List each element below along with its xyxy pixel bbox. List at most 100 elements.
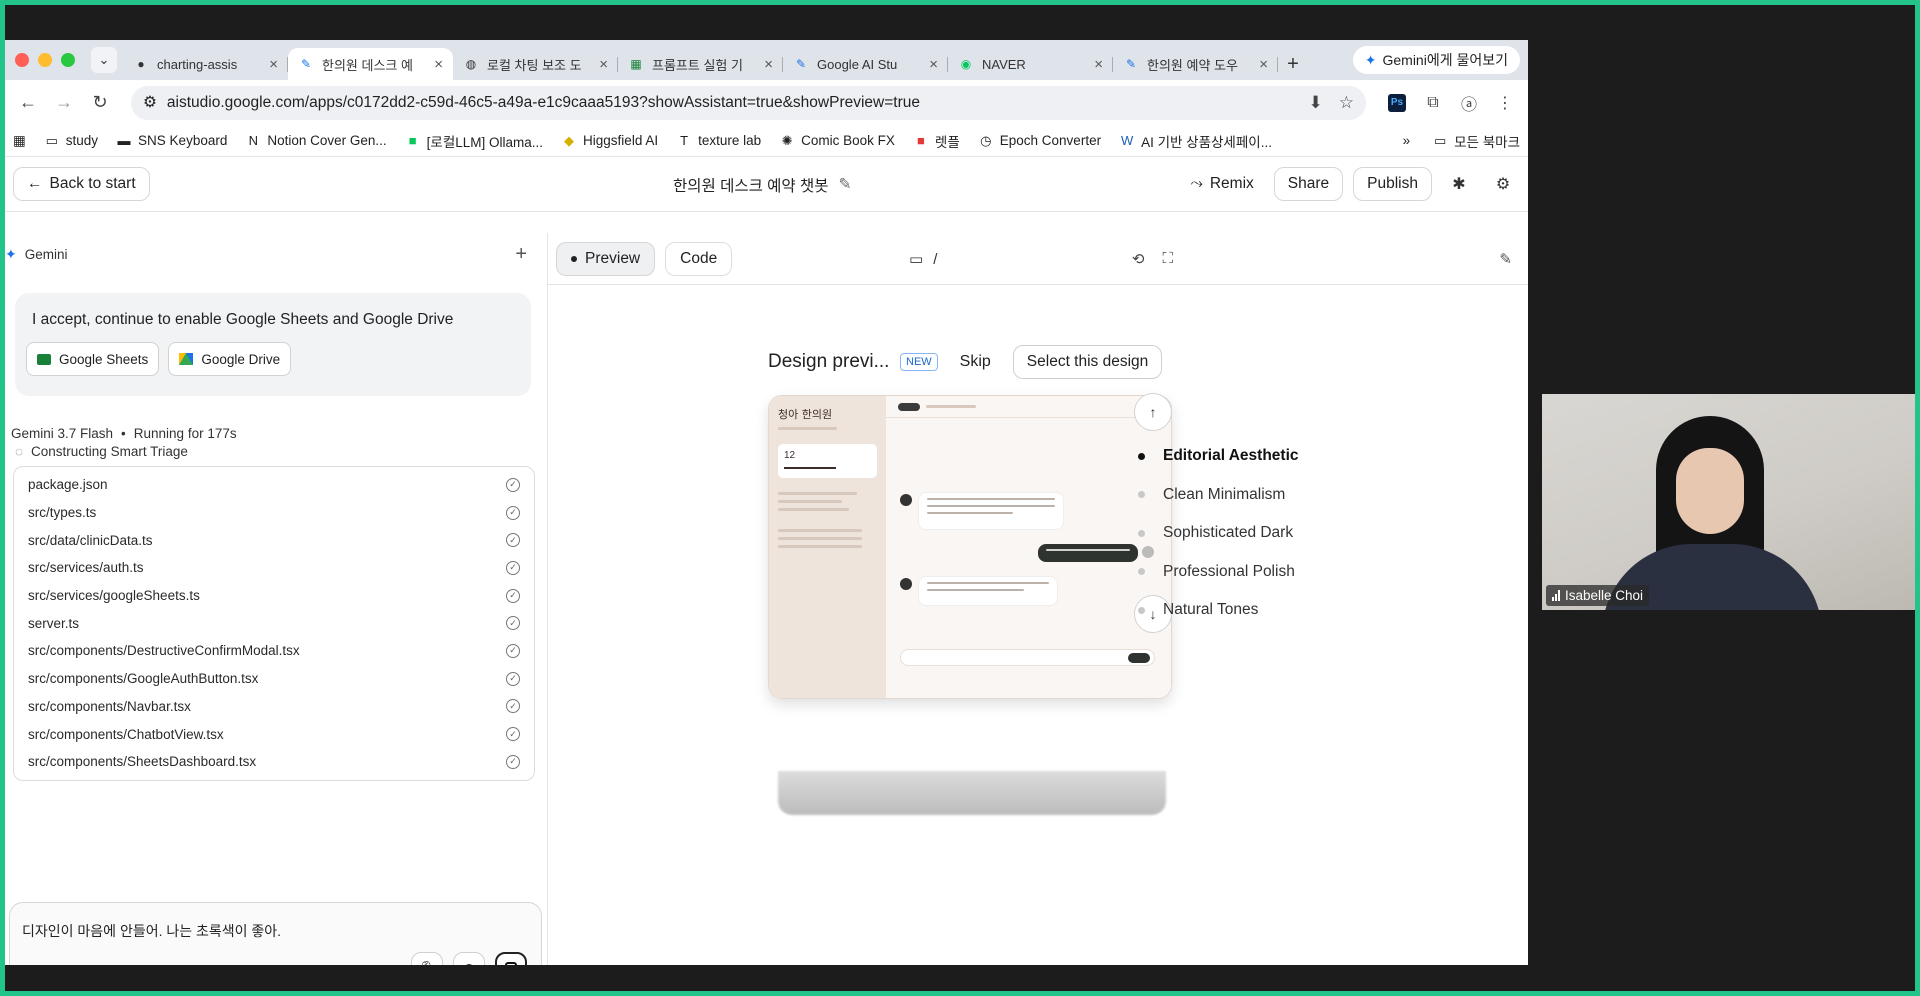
google-sheets-chip[interactable]: Google Sheets xyxy=(26,342,160,376)
device-toggle-icon[interactable]: ▭ xyxy=(909,250,923,268)
back-arrow-icon[interactable]: ← xyxy=(13,88,43,118)
list-item[interactable]: src/types.ts ✓ xyxy=(14,499,534,527)
address-bar[interactable]: ⚙ aistudio.google.com/apps/c0172dd2-c59d… xyxy=(131,85,1366,120)
tab-charting-assis[interactable]: ● charting-assis × xyxy=(123,48,288,80)
extensions-puzzle-icon[interactable]: ⧉ xyxy=(1418,88,1448,118)
bookmark-label: AI 기반 상품상세페이... xyxy=(1141,134,1272,150)
close-icon[interactable]: × xyxy=(269,56,278,73)
close-icon[interactable]: × xyxy=(599,56,608,73)
close-icon[interactable]: × xyxy=(434,56,443,73)
photoshop-extension-icon[interactable]: Ps xyxy=(1382,88,1412,118)
bookmark-label: Epoch Converter xyxy=(999,133,1102,148)
bookmark-sns-keyboard[interactable]: ▬ SNS Keyboard xyxy=(116,133,228,148)
design-mockup-thumbnail[interactable]: 청아 한의원 12 xyxy=(768,395,1172,699)
list-item[interactable]: src/components/ChatbotView.tsx ✓ xyxy=(14,720,534,748)
style-option-natural-tones[interactable]: Natural Tones xyxy=(1138,591,1299,630)
list-item[interactable]: server.ts ✓ xyxy=(14,609,534,637)
style-option-professional-polish[interactable]: Professional Polish xyxy=(1138,553,1299,592)
previous-design-arrow-up-icon[interactable]: ↑ xyxy=(1134,393,1172,431)
mockup-line xyxy=(778,529,863,532)
list-item[interactable]: src/components/DestructiveConfirmModal.t… xyxy=(14,637,534,665)
tab-local-charting[interactable]: ◍ 로컬 차팅 보조 도 × xyxy=(453,48,618,80)
file-name: server.ts xyxy=(28,615,80,631)
debug-bug-icon[interactable]: ✱ xyxy=(1442,167,1476,201)
new-chat-plus-icon[interactable]: + xyxy=(515,243,527,266)
back-to-start-button[interactable]: ← Back to start xyxy=(13,167,150,201)
list-item[interactable]: src/services/auth.ts ✓ xyxy=(14,554,534,582)
tab-prompt-experiment[interactable]: ▦ 프롬프트 실험 기 × xyxy=(618,48,783,80)
prompt-composer[interactable]: 디자인이 마음에 안들어. 나는 초록색이 좋아. 🎙 ⊕ xyxy=(9,902,542,965)
bookmark-notion-cover[interactable]: N Notion Cover Gen... xyxy=(245,133,387,148)
settings-gear-icon[interactable]: ⚙ xyxy=(1486,167,1520,201)
close-icon[interactable]: × xyxy=(929,56,938,73)
mockup-line xyxy=(778,508,850,511)
new-tab-button[interactable]: + xyxy=(1278,48,1308,80)
style-option-sophisticated-dark[interactable]: Sophisticated Dark xyxy=(1138,514,1299,553)
bookmark-higgsfield[interactable]: ◆ Higgsfield AI xyxy=(561,133,658,149)
design-style-list: Editorial Aesthetic Clean Minimalism Sop… xyxy=(1138,437,1299,630)
apps-grid-icon[interactable]: ▦ xyxy=(13,133,26,149)
list-item[interactable]: src/data/clinicData.ts ✓ xyxy=(14,526,534,554)
stop-generation-button[interactable] xyxy=(495,952,527,965)
bookmark-study[interactable]: ▭ study xyxy=(44,133,98,149)
browser-window: ⌄ ● charting-assis × ✎ 한의원 데스크 예 × ◍ 로컬 … xyxy=(5,40,1528,965)
select-design-button[interactable]: Select this design xyxy=(1012,345,1163,379)
generated-files-list: package.json ✓ src/types.ts ✓ src/data/cli… xyxy=(13,466,535,781)
tab-google-ai-studio[interactable]: ✎ Google AI Stu × xyxy=(783,48,948,80)
all-bookmarks-folder[interactable]: ▭ 모든 북마크 xyxy=(1432,131,1520,151)
list-item[interactable]: src/components/GoogleAuthButton.tsx ✓ xyxy=(14,665,534,693)
style-option-clean-minimalism[interactable]: Clean Minimalism xyxy=(1138,476,1299,515)
url-text[interactable]: aistudio.google.com/apps/c0172dd2-c59d-4… xyxy=(167,94,1299,112)
bookmark-letple[interactable]: ■ 렛플 xyxy=(913,131,960,151)
list-item[interactable]: src/services/googleSheets.ts ✓ xyxy=(14,582,534,610)
pencil-icon[interactable]: ✎ xyxy=(839,175,852,194)
workspace: ✦ Gemini + I accept, continue to enable … xyxy=(5,233,1528,965)
more-bookmarks-chevron-icon[interactable]: » xyxy=(1403,133,1411,148)
style-option-editorial-aesthetic[interactable]: Editorial Aesthetic xyxy=(1138,437,1299,476)
close-icon[interactable]: × xyxy=(1259,56,1268,73)
skip-button[interactable]: Skip xyxy=(950,353,1001,371)
bookmark-epoch-converter[interactable]: ◷ Epoch Converter xyxy=(978,133,1101,149)
close-icon[interactable]: × xyxy=(764,56,773,73)
refresh-preview-icon[interactable]: ⟲ xyxy=(1132,250,1145,268)
maximize-window-button[interactable] xyxy=(61,53,75,67)
prompt-input[interactable]: 디자인이 마음에 안들어. 나는 초록색이 좋아. xyxy=(22,921,281,941)
bookmark-label: Comic Book FX xyxy=(801,133,895,148)
tab-search-button[interactable]: ⌄ xyxy=(91,47,117,73)
tab-active-project[interactable]: ✎ 한의원 데스크 예 × xyxy=(288,48,453,80)
forward-arrow-icon[interactable]: → xyxy=(49,88,79,118)
list-item[interactable]: src/components/SheetsDashboard.tsx ✓ xyxy=(14,748,534,776)
tab-code[interactable]: Code xyxy=(665,241,733,276)
fullscreen-icon[interactable]: ⛶ xyxy=(1162,250,1173,268)
preview-path[interactable]: / xyxy=(933,251,937,268)
tab-clinic-reservation[interactable]: ✎ 한의원 예약 도우 × xyxy=(1113,48,1278,80)
file-name: src/components/GoogleAuthButton.tsx xyxy=(28,671,259,687)
tab-naver[interactable]: ◉ NAVER × xyxy=(948,48,1113,80)
user-message-card: I accept, continue to enable Google Shee… xyxy=(15,293,531,396)
close-window-button[interactable] xyxy=(15,53,29,67)
preview-path-bar[interactable]: ▭ / ⟲ ⛶ xyxy=(901,242,1181,276)
publish-button[interactable]: Publish xyxy=(1353,167,1432,201)
tab-preview[interactable]: Preview xyxy=(556,241,656,276)
reload-icon[interactable]: ↻ xyxy=(85,88,115,118)
google-drive-chip[interactable]: Google Drive xyxy=(168,342,292,376)
ask-gemini-button[interactable]: ✦ Gemini에게 물어보기 xyxy=(1352,46,1520,74)
install-app-icon[interactable]: ⬇ xyxy=(1309,93,1323,113)
bookmark-ollama[interactable]: ■ [로컬LLM] Ollama... xyxy=(405,131,543,151)
browser-menu-icon[interactable]: ⋮ xyxy=(1490,88,1520,118)
remix-button[interactable]: ⤳ Remix xyxy=(1180,167,1263,201)
share-button[interactable]: Share xyxy=(1273,167,1344,201)
bookmark-ai-product-page[interactable]: W AI 기반 상품상세페이... xyxy=(1119,131,1272,151)
bookmark-star-icon[interactable]: ☆ xyxy=(1339,93,1354,113)
add-attachment-icon[interactable]: ⊕ xyxy=(453,952,485,965)
list-item[interactable]: src/components/Navbar.tsx ✓ xyxy=(14,693,534,721)
microphone-icon[interactable]: 🎙 xyxy=(411,952,443,965)
bookmark-texture-lab[interactable]: Ttexture lab xyxy=(676,133,761,148)
site-settings-icon[interactable]: ⚙ xyxy=(143,93,157,112)
bookmark-comic-book-fx[interactable]: ✺ Comic Book FX xyxy=(779,133,895,149)
list-item[interactable]: package.json ✓ xyxy=(14,471,534,499)
annotate-pencil-icon[interactable]: ✎ xyxy=(1499,250,1512,268)
minimize-window-button[interactable] xyxy=(38,53,52,67)
profile-avatar-icon[interactable]: ⓐ xyxy=(1454,88,1484,118)
close-icon[interactable]: × xyxy=(1094,56,1103,73)
